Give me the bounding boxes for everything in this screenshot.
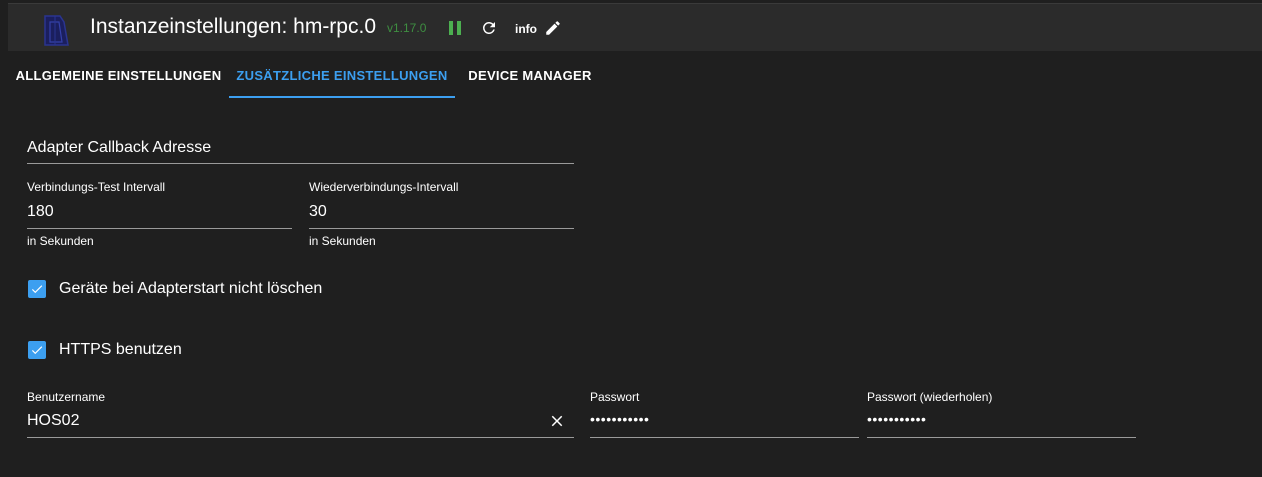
reconnect-interval-helper: in Sekunden [309,234,376,248]
dont-delete-devices-label: Geräte bei Adapterstart nicht löschen [59,280,323,297]
dont-delete-devices-checkbox[interactable] [28,280,46,298]
check-interval-helper: in Sekunden [27,234,94,248]
active-tab-indicator [229,96,455,98]
reconnect-interval-label: Wiederverbindungs-Intervall [309,180,459,194]
password-repeat-input[interactable]: ••••••••••• [867,411,926,427]
password-repeat-label: Passwort (wiederholen) [867,390,993,404]
check-icon [31,346,43,355]
close-icon [551,415,563,427]
username-input[interactable]: HOS02 [27,412,79,430]
page-title: Instanzeinstellungen: hm-rpc.0 [90,15,376,38]
reconnect-interval-input[interactable]: 30 [309,203,327,221]
info-link[interactable]: info [515,22,537,36]
reload-button[interactable] [477,16,501,40]
callback-address-label: Adapter Callback Adresse [27,139,212,156]
username-underline [27,437,574,438]
clear-username-button[interactable] [546,410,568,432]
password-input[interactable]: ••••••••••• [590,411,649,427]
password-repeat-underline [867,437,1136,438]
edit-icon [546,21,560,35]
check-interval-input[interactable]: 180 [27,203,54,221]
edit-button[interactable] [542,16,564,40]
version-label: v1.17.0 [387,21,427,35]
tab-zusaetzliche-einstellungen[interactable]: Zusätzliche Einstellungen [229,51,455,99]
header-bar: Instanzeinstellungen: hm-rpc.0 v1.17.0 i… [8,3,1262,51]
callback-address-input[interactable] [27,163,574,164]
logo-icon [42,12,74,48]
tab-bar: Allgemeine Einstellungen Zusätzliche Ein… [8,51,1262,99]
tab-allgemeine-einstellungen[interactable]: Allgemeine Einstellungen [8,51,229,99]
check-interval-underline [27,228,292,229]
use-https-label: HTTPS benutzen [59,341,182,358]
pause-button[interactable] [444,16,466,40]
reconnect-interval-underline [309,228,574,229]
tab-device-manager[interactable]: Device Manager [455,51,605,99]
password-underline [590,437,859,438]
reload-icon [482,21,495,34]
username-label: Benutzername [27,390,106,404]
password-label: Passwort [590,390,640,404]
check-interval-label: Verbindungs-Test Intervall [27,180,166,194]
check-icon [31,285,43,294]
pause-icon [449,21,461,35]
use-https-checkbox[interactable] [28,341,46,359]
